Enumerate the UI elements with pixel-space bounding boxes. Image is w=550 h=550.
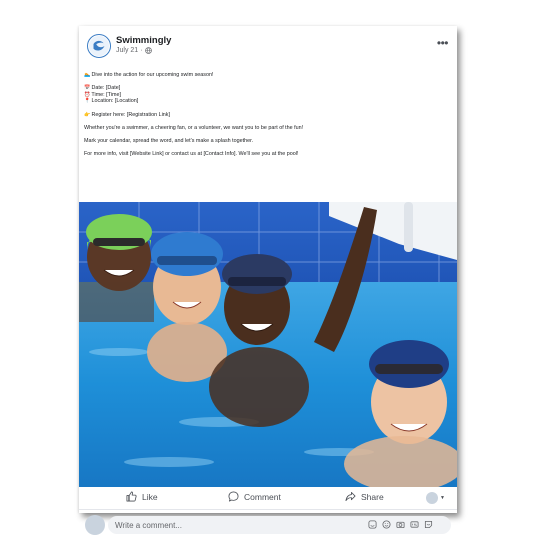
caption-calendar-line: Mark your calendar, spread the word, and…	[84, 137, 254, 144]
pin-emoji: 📍	[84, 98, 91, 105]
calendar-emoji: 📅	[84, 85, 91, 92]
page-name[interactable]: Swimmingly	[116, 35, 171, 46]
chevron-down-icon: ▼	[440, 495, 445, 501]
caption-swimmer-line: Whether you're a swimmer, a cheering fan…	[84, 124, 304, 131]
commenter-avatar	[85, 515, 105, 535]
share-button[interactable]: Share	[345, 491, 384, 502]
swimmingly-logo-icon[interactable]	[87, 34, 111, 58]
caption-info-line: For more info, visit [Website Link] or c…	[84, 151, 299, 158]
gif-icon[interactable]	[410, 520, 419, 529]
sticker-icon[interactable]	[368, 520, 377, 529]
globe-icon	[144, 47, 152, 54]
dot-separator: ·	[140, 47, 143, 54]
reaction-selector[interactable]: ▼	[426, 492, 445, 504]
thumbs-up-icon	[126, 491, 137, 502]
like-label: Like	[142, 491, 158, 502]
camera-icon[interactable]	[396, 520, 405, 529]
caption-location: 📍 Location: [Location]	[84, 98, 139, 105]
profile-avatar	[426, 492, 438, 504]
more-icon[interactable]: •••	[437, 36, 449, 50]
comment-tools	[368, 520, 433, 529]
speech-bubble-icon	[228, 491, 239, 502]
caption-time: ⏰ Time: [Time]	[84, 91, 121, 98]
post-caption: 🏊 Dive into the action for our upcoming …	[84, 72, 444, 158]
post-header: Swimmingly July 21 · •••	[79, 26, 457, 66]
share-arrow-icon	[345, 491, 356, 502]
post-date[interactable]: July 21	[116, 47, 138, 54]
emoji-icon[interactable]	[382, 520, 391, 529]
like-button[interactable]: Like	[126, 491, 158, 502]
comment-composer	[79, 512, 457, 540]
post-photo[interactable]	[79, 202, 457, 487]
swimmer-emoji: 🏊	[84, 72, 91, 78]
caption-intro: 🏊 Dive into the action for our upcoming …	[84, 72, 214, 78]
caption-date: 📅 Date: [Date]	[84, 85, 121, 92]
caption-register: 👉 Register here: [Registration Link]	[84, 111, 171, 118]
sticker-smile-icon[interactable]	[424, 520, 433, 529]
post-meta: July 21 ·	[116, 47, 152, 54]
comment-button[interactable]: Comment	[228, 491, 281, 502]
share-label: Share	[361, 491, 384, 502]
pointing-hand-emoji: 👉	[84, 111, 91, 118]
comment-label: Comment	[244, 491, 281, 502]
post-action-bar: Like Comment Share ▼	[79, 488, 457, 510]
facebook-post-card: Swimmingly July 21 · ••• 🏊 Dive into the…	[79, 26, 457, 535]
